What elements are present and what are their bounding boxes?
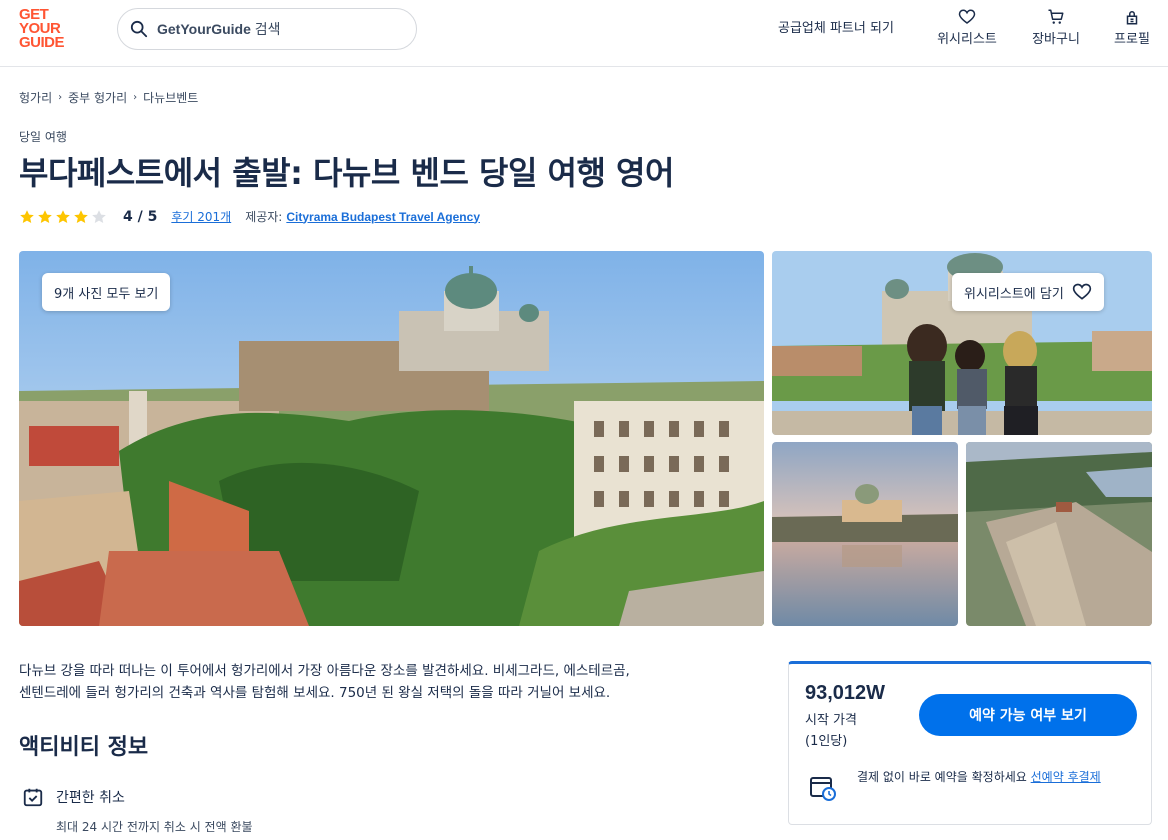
- add-to-wishlist-button[interactable]: 위시리스트에 담기: [952, 273, 1104, 311]
- supplier-partner-link[interactable]: 공급업체 파트너 되기: [778, 17, 894, 36]
- page-title: 부다페스트에서 출발: 다뉴브 벤드 당일 여행 영어: [19, 154, 674, 192]
- getyourguide-logo[interactable]: GET YOUR GUIDE: [19, 7, 75, 50]
- heart-icon: [1072, 283, 1091, 300]
- price-value: 93,012W: [805, 682, 886, 704]
- breadcrumb-item-hungary[interactable]: 헝가리: [19, 89, 52, 106]
- search-placeholder: GetYourGuide 검색: [157, 21, 281, 37]
- description-line: 다뉴브 강을 따라 떠나는 이 투어에서 헝가리에서 가장 아름다운 장소를 발…: [19, 663, 630, 679]
- search-icon: [130, 20, 148, 38]
- nav-cart[interactable]: 장바구니: [1026, 8, 1086, 47]
- provider-link[interactable]: Cityrama Budapest Travel Agency: [286, 210, 480, 224]
- activity-description: 다뉴브 강을 따라 떠나는 이 투어에서 헝가리에서 가장 아름다운 장소를 발…: [19, 660, 759, 704]
- nav-cart-label: 장바구니: [1032, 32, 1080, 47]
- reserve-now-text: 결제 없이 바로 예약을 확정하세요 선예약 후결제: [857, 768, 1137, 787]
- calendar-clock-icon: [810, 777, 836, 801]
- activity-category: 당일 여행: [19, 130, 67, 144]
- basilica-reflection-image: [772, 442, 958, 626]
- rating-row: 4 / 5 후기 201개 제공자: Cityrama Budapest Tra…: [19, 208, 480, 225]
- price-from-label: 시작 가격: [805, 713, 857, 728]
- feature-title: 간편한 취소: [56, 790, 125, 806]
- nav-profile[interactable]: 프로필: [1108, 8, 1156, 47]
- breadcrumb: 헝가리 › 중부 헝가리 › 다뉴브벤트: [19, 89, 198, 106]
- price-per-person-label: (1인당): [805, 734, 848, 749]
- reserve-now-pay-later-link[interactable]: 선예약 후결제: [1031, 770, 1101, 784]
- nav-wishlist-label: 위시리스트: [937, 32, 997, 47]
- profile-icon: [1126, 11, 1138, 25]
- feature-subtitle: 최대 24 시간 전까지 취소 시 전액 환불: [56, 820, 253, 834]
- star-filled-icon: [56, 209, 70, 223]
- gallery-photo-river-reflection[interactable]: [772, 442, 958, 626]
- check-availability-button[interactable]: 예약 가능 여부 보기: [919, 694, 1137, 736]
- calendar-check-icon: [23, 788, 43, 807]
- breadcrumb-separator-icon: ›: [58, 92, 63, 103]
- provider-label: 제공자:: [245, 210, 283, 224]
- search-bar[interactable]: GetYourGuide 검색: [117, 8, 417, 50]
- star-empty-icon: [92, 209, 106, 223]
- nav-wishlist[interactable]: 위시리스트: [933, 8, 1001, 47]
- cart-icon: [1048, 9, 1064, 24]
- reserve-now-description: 결제 없이 바로 예약을 확정하세요: [857, 770, 1031, 784]
- feature-free-cancellation: 간편한 취소: [22, 786, 125, 808]
- visegrad-castle-view-image: [966, 442, 1152, 626]
- site-header: GET YOUR GUIDE GetYourGuide 검색 공급업체 파트너 …: [0, 0, 1168, 67]
- rating-value: 4 / 5: [123, 208, 158, 225]
- breadcrumb-item-central-hungary[interactable]: 중부 헝가리: [68, 89, 127, 106]
- activity-info-heading: 액티비티 정보: [19, 735, 149, 760]
- star-filled-icon: [38, 209, 52, 223]
- booking-card: 93,012W 시작 가격 (1인당) 예약 가능 여부 보기 결제 없이 바로…: [788, 661, 1152, 825]
- nav-profile-label: 프로필: [1114, 32, 1150, 47]
- breadcrumb-separator-icon: ›: [133, 92, 138, 103]
- star-filled-icon: [20, 209, 34, 223]
- gallery-photo-castle-view[interactable]: [966, 442, 1152, 626]
- view-all-photos-button[interactable]: 9개 사진 모두 보기: [42, 273, 171, 311]
- star-filled-icon: [74, 209, 88, 223]
- add-to-wishlist-label: 위시리스트에 담기: [964, 286, 1064, 302]
- price-label: 시작 가격 (1인당): [805, 710, 857, 752]
- rating-stars: [19, 209, 107, 225]
- heart-icon: [958, 9, 976, 24]
- description-line: 센텐드레에 들러 헝가리의 건축과 역사를 탐험해 보세요. 750년 된 왕실…: [19, 685, 611, 701]
- reviews-link[interactable]: 후기 201개: [171, 208, 231, 225]
- breadcrumb-item-danube-bend[interactable]: 다뉴브벤트: [143, 89, 198, 106]
